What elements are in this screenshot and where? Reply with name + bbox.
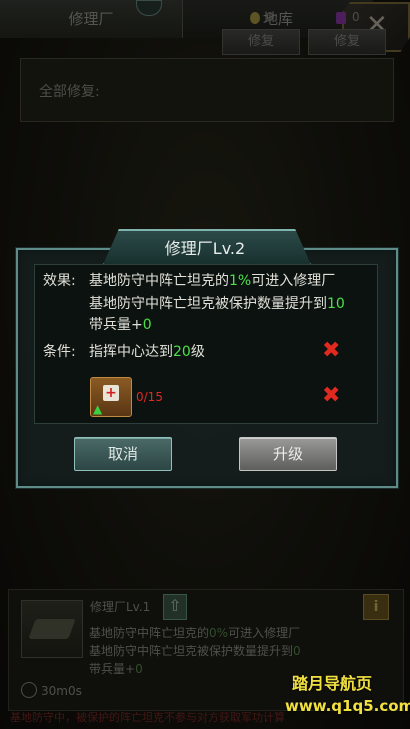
upgrade-button[interactable]: 升级 xyxy=(239,437,337,471)
condition-fail-icon: ✖ xyxy=(322,338,341,363)
cancel-button[interactable]: 取消 xyxy=(74,437,172,471)
effect-line-3: 带兵量+0 xyxy=(89,317,152,333)
item-fail-icon: ✖ xyxy=(322,383,341,408)
condition-label: 条件: xyxy=(43,344,76,360)
up-arrow-icon: ▲ xyxy=(93,402,103,416)
effect-label: 效果: xyxy=(43,273,76,289)
watermark-title: 踏月导航页 xyxy=(292,674,373,693)
effect-line-2: 基地防守中阵亡坦克被保护数量提升到10 xyxy=(89,296,345,312)
condition-text: 指挥中心达到20级 xyxy=(89,344,205,360)
dialog-title: 修理厂Lv.2 xyxy=(164,239,246,258)
effect-line-1: 基地防守中阵亡坦克的1%可进入修理厂 xyxy=(89,273,336,289)
repair-kit-item[interactable]: + ▲ xyxy=(90,377,132,417)
item-count: 0/15 xyxy=(136,390,163,404)
watermark-url: www.q1q5.com xyxy=(285,697,410,715)
medical-cross-icon: + xyxy=(103,385,119,401)
